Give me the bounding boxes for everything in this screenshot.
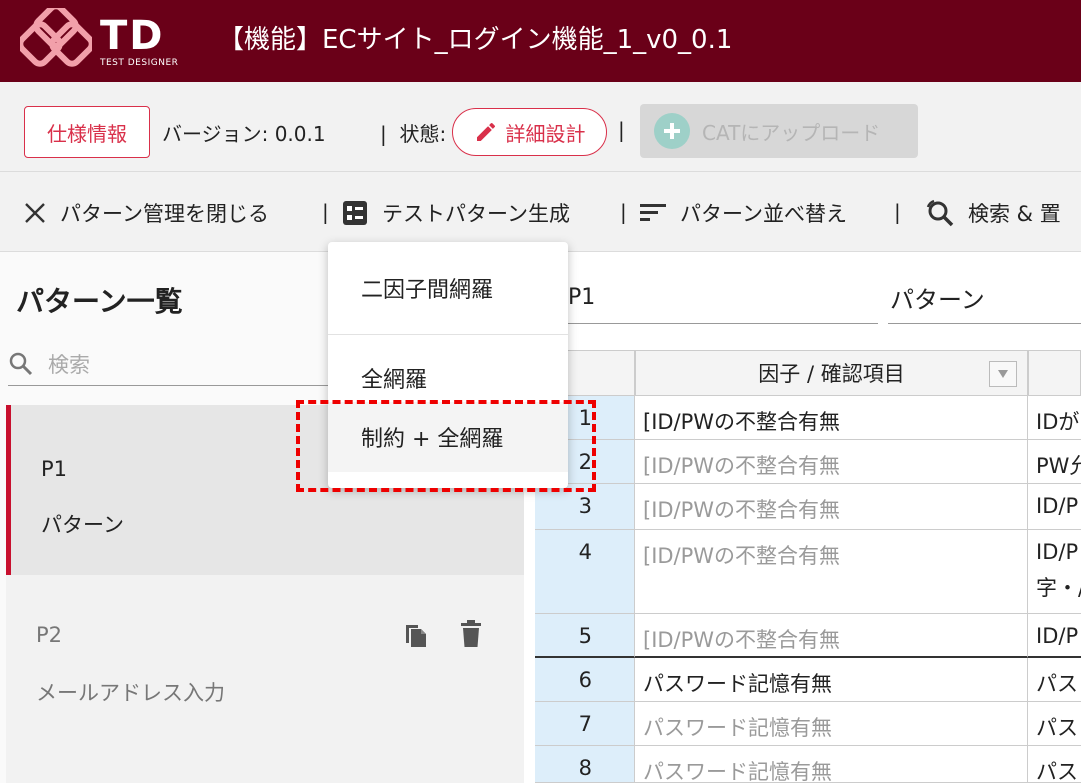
row-value: パス (1028, 702, 1081, 746)
close-pattern-label: パターン管理を閉じる (60, 202, 269, 226)
row-factor: [ID/PWの不整合有無 (635, 614, 1028, 658)
table-row[interactable]: 6 パスワード記憶有無 パス (535, 658, 1081, 702)
pattern-name-field[interactable]: パターン (888, 272, 1081, 324)
filter-dropdown-icon[interactable] (989, 361, 1017, 387)
menu-item-pairwise[interactable]: 二因子間網羅 (328, 242, 568, 334)
state-label: | 状態: (380, 118, 446, 147)
generate-pattern-label: テストパターン生成 (382, 202, 570, 226)
separator: | (618, 118, 625, 142)
table-row[interactable]: 5 [ID/PWの不整合有無 ID/P (535, 614, 1081, 658)
table-header-value (1028, 350, 1081, 396)
table-row[interactable]: 3 [ID/PWの不整合有無 ID/P (535, 484, 1081, 530)
table-row[interactable]: 4 [ID/PWの不整合有無 ID/P 字・/ (535, 530, 1081, 614)
row-number: 4 (535, 530, 635, 614)
row-factor: [ID/PWの不整合有無 (635, 530, 1028, 614)
search-icon (9, 352, 33, 375)
row-value: パス (1028, 658, 1081, 702)
table-row[interactable]: 2 [ID/PWの不整合有無 PW允 (535, 440, 1081, 484)
state-text: 状態: (399, 122, 447, 146)
delete-icon[interactable] (458, 619, 484, 649)
pattern-name: メールアドレス入力 (36, 681, 225, 705)
list-box-icon (343, 201, 367, 225)
sort-icon (640, 204, 666, 221)
separator: | (380, 122, 387, 146)
row-factor: [ID/PWの不整合有無 (635, 484, 1028, 530)
info-bar: 仕様情報 バージョン: 0.0.1 | 状態: 詳細設計 | CATにアップロー… (0, 82, 1081, 172)
row-value: パス (1028, 746, 1081, 783)
pencil-icon (476, 122, 495, 141)
separator: | (620, 200, 627, 224)
pattern-list-title: パターン一覧 (16, 285, 183, 318)
table-row[interactable]: 1 [ID/PWの不整合有無 IDが (535, 396, 1081, 440)
pattern-toolbar: パターン管理を閉じる | テストパターン生成 | パターン並べ替え | 検索 &… (0, 172, 1081, 252)
search-replace-button[interactable]: 検索 & 置 (924, 198, 1061, 228)
app-window: TD TEST DESIGNER 【機能】ECサイト_ログイン機能_1_v0_0… (0, 0, 1081, 783)
row-value: ID/P (1028, 484, 1081, 530)
factor-header-label: 因子 / 確認項目 (758, 362, 905, 386)
pattern-id-field[interactable]: P1 (564, 272, 878, 324)
sort-pattern-button[interactable]: パターン並べ替え (638, 198, 847, 228)
spec-info-button[interactable]: 仕様情報 (24, 106, 150, 158)
logo-subtitle: TEST DESIGNER (100, 58, 179, 68)
row-number: 8 (535, 746, 635, 783)
search-replace-label: 検索 & 置 (968, 202, 1061, 226)
row-value-line2: 字・/ (1036, 576, 1081, 600)
row-factor: パスワード記憶有無 (635, 658, 1028, 702)
row-factor: パスワード記憶有無 (635, 702, 1028, 746)
cat-upload-button[interactable]: CATにアップロード (640, 104, 918, 158)
separator: | (322, 200, 329, 224)
search-placeholder: 検索 (48, 352, 90, 377)
logo-icon (17, 3, 95, 78)
highlight-annotation (296, 400, 596, 492)
logo-text: TD (100, 13, 165, 59)
sort-pattern-label: パターン並べ替え (680, 202, 847, 226)
app-header: TD TEST DESIGNER 【機能】ECサイト_ログイン機能_1_v0_0… (0, 0, 1081, 82)
row-number: 5 (535, 614, 635, 658)
row-value: ID/P 字・/ (1028, 530, 1081, 614)
row-factor: [ID/PWの不整合有無 (635, 440, 1028, 484)
table-row[interactable]: 7 パスワード記憶有無 パス (535, 702, 1081, 746)
close-icon (25, 203, 45, 223)
generate-pattern-button[interactable]: テストパターン生成 (340, 198, 570, 228)
row-value-line1: ID/P (1036, 540, 1079, 564)
row-number: 7 (535, 702, 635, 746)
state-detail-design-button[interactable]: 詳細設計 (452, 108, 607, 156)
pattern-id: P2 (36, 623, 63, 647)
pattern-name: パターン (41, 513, 124, 537)
row-factor: パスワード記憶有無 (635, 746, 1028, 783)
pattern-id: P1 (41, 457, 68, 481)
row-value: ID/P (1028, 614, 1081, 658)
pattern-list-item-p2[interactable]: P2 メールアドレス入力 (6, 575, 524, 783)
document-title: 【機能】ECサイト_ログイン機能_1_v0_0.1 (218, 25, 733, 55)
pattern-search-input[interactable]: 検索 (8, 342, 328, 386)
separator: | (894, 200, 901, 224)
version-label: バージョン: 0.0.1 (162, 122, 326, 146)
state-button-label: 詳細設計 (505, 121, 586, 146)
row-value: IDが (1028, 396, 1081, 440)
row-number: 6 (535, 658, 635, 702)
search-replace-icon (926, 199, 954, 227)
plus-icon (654, 113, 690, 149)
table-header-factor: 因子 / 確認項目 (635, 350, 1028, 396)
cat-upload-label: CATにアップロード (702, 120, 881, 145)
copy-icon[interactable] (400, 619, 430, 649)
table-row[interactable]: 8 パスワード記憶有無 パス (535, 746, 1081, 783)
row-factor: [ID/PWの不整合有無 (635, 396, 1028, 440)
close-pattern-button[interactable]: パターン管理を閉じる (22, 198, 269, 228)
row-value: PW允 (1028, 440, 1081, 484)
